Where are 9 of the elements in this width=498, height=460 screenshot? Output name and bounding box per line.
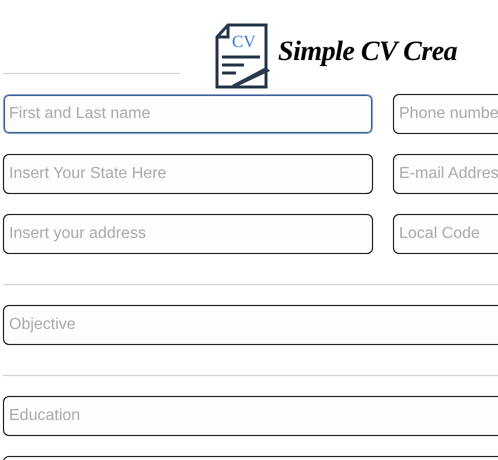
- input-field[interactable]: Objective: [3, 305, 498, 345]
- input-field[interactable]: Local Code: [393, 214, 498, 254]
- input-field[interactable]: Insert your address: [3, 214, 373, 254]
- input-field[interactable]: Insert Your State Here: [3, 154, 373, 194]
- input-field[interactable]: Phone numbe: [393, 94, 498, 134]
- input-field[interactable]: Education: [3, 396, 498, 436]
- app-title: Simple CV Crea: [278, 36, 458, 68]
- input-field[interactable]: E-mail Addres: [393, 154, 498, 194]
- input-field[interactable]: First and Last name: [3, 94, 373, 134]
